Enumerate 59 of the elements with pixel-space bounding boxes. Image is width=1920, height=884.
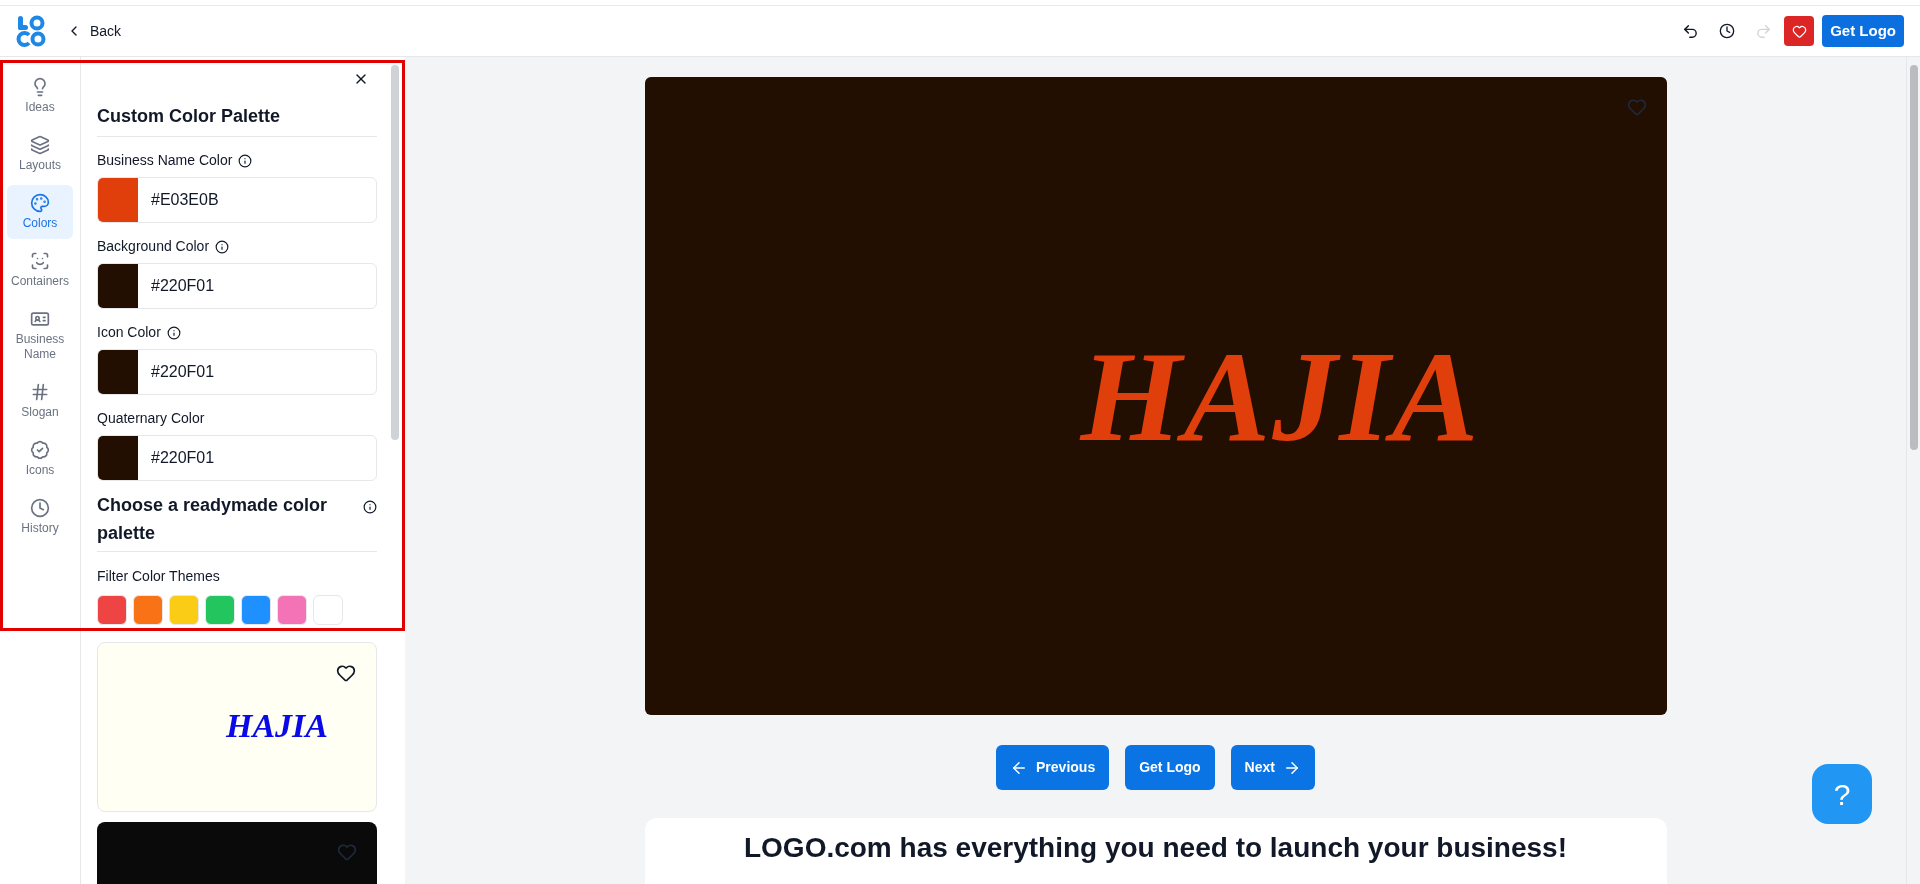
field-label: Background Color	[97, 237, 210, 256]
color-swatch[interactable]	[98, 436, 138, 480]
promo-heading: LOGO.com has everything you need to launch your business!	[743, 832, 1567, 865]
color-swatch[interactable]	[98, 350, 138, 394]
sidebar-item[interactable]: Icons	[7, 432, 73, 486]
color-filter-swatch[interactable]	[313, 595, 343, 625]
scrollbar-thumb[interactable]	[391, 65, 399, 440]
color-field[interactable]: #220F01	[97, 263, 377, 309]
hash-icon	[30, 382, 50, 402]
palette-icon	[30, 193, 50, 213]
heart-icon	[1791, 23, 1807, 39]
sidebar-item[interactable]: Containers	[7, 243, 73, 297]
previous-button[interactable]: Previous	[996, 745, 1110, 790]
color-field[interactable]: #220F01	[97, 349, 377, 395]
sidebar-item[interactable]: Layouts	[7, 127, 73, 181]
field-label: Quaternary Color	[97, 409, 205, 428]
info-icon[interactable]	[363, 500, 377, 514]
id-card-icon	[30, 309, 50, 329]
heart-icon[interactable]	[336, 663, 356, 683]
logo-thumbnail[interactable]: HAJIA	[97, 642, 377, 812]
color-swatch[interactable]	[98, 178, 138, 222]
field-label: Business Name Color	[97, 151, 233, 170]
logo-text: HAJIA	[225, 705, 328, 746]
next-button[interactable]: Next	[1230, 745, 1315, 790]
color-filter-swatch[interactable]	[205, 595, 235, 625]
color-filter-swatch[interactable]	[97, 595, 127, 625]
get-logo-button[interactable]: Get Logo	[1822, 15, 1904, 47]
color-filter-swatch[interactable]	[133, 595, 163, 625]
help-button[interactable]: ?	[1812, 764, 1872, 824]
sidebar-item[interactable]: Business Name	[7, 301, 73, 370]
field-label: Icon Color	[97, 323, 161, 342]
sidebar-item[interactable]: Ideas	[7, 69, 73, 123]
color-filter-swatch[interactable]	[169, 595, 199, 625]
back-button[interactable]: Back	[66, 20, 122, 42]
sidebar-item[interactable]: History	[7, 490, 73, 544]
panel-title: Custom Color Palette	[97, 103, 377, 137]
filter-label: Filter Color Themes	[97, 567, 221, 586]
badge-icon	[30, 440, 50, 460]
sidebar-item[interactable]: Colors	[7, 185, 73, 239]
undo-icon[interactable]	[1682, 22, 1700, 40]
clock-icon	[30, 498, 50, 518]
info-icon[interactable]	[238, 153, 253, 168]
section-title: Choose a readymade color palette	[97, 494, 329, 545]
sidebar-item[interactable]: Slogan	[7, 374, 73, 428]
get-logo-button[interactable]: Get Logo	[1125, 745, 1215, 790]
logo-icon[interactable]	[16, 15, 46, 47]
color-filter-swatch[interactable]	[241, 595, 271, 625]
favorite-button[interactable]	[1784, 16, 1815, 46]
color-filter-swatch[interactable]	[277, 595, 307, 625]
clock-icon[interactable]	[1719, 23, 1736, 39]
color-field[interactable]: #E03E0B	[97, 177, 377, 223]
color-field[interactable]: #220F01	[97, 435, 377, 481]
logo-text: HAJIA	[1080, 322, 1481, 470]
layers-icon	[30, 135, 50, 155]
color-swatch[interactable]	[98, 264, 138, 308]
info-icon[interactable]	[215, 239, 230, 254]
info-icon[interactable]	[166, 325, 181, 340]
page-scrollbar-thumb[interactable]	[1909, 65, 1918, 450]
frame-icon	[30, 251, 50, 271]
